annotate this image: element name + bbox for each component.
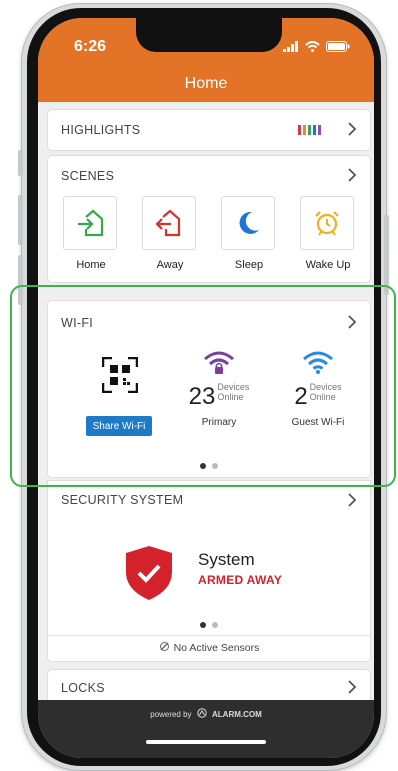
pager-dots [200,622,218,628]
home-indicator[interactable] [146,740,266,744]
alarm-logo-icon [197,708,207,718]
scene-button[interactable] [221,196,275,250]
scene-label: Sleep [234,259,264,271]
pager-dot[interactable] [200,622,206,628]
security-card: SECURITY SYSTEM System ARMED AWAY No Act… [48,481,370,661]
scene-label: Away [156,259,184,271]
side-button [18,150,23,176]
status-icons [283,41,350,52]
scene-sleep[interactable]: Sleep [221,196,277,271]
chevron-right-icon[interactable] [344,678,360,696]
app-header: 6:26 Home [38,18,374,102]
scene-home[interactable]: Home [63,196,119,271]
scene-away[interactable]: Away [142,196,198,271]
highlights-card[interactable]: HIGHLIGHTS [48,110,370,150]
pager-dot[interactable] [212,622,218,628]
arming-status: ARMED AWAY [198,573,283,587]
scene-wake-up[interactable]: Wake Up [300,196,356,271]
scene-button[interactable] [300,196,354,250]
home-leave-icon [155,209,181,237]
card-title: SECURITY SYSTEM [61,493,184,507]
scene-button[interactable] [63,196,117,250]
highlights-color-bars-icon [298,125,321,135]
battery-icon [326,41,350,52]
sensor-status[interactable]: No Active Sensors [48,641,370,654]
card-title: SCENES [61,169,115,183]
signal-icon [283,41,298,52]
wifi-highlight-frame [10,285,396,487]
card-title: LOCKS [61,681,105,695]
chevron-right-icon[interactable] [344,491,360,509]
home-arrive-icon [78,209,104,237]
scene-button[interactable] [142,196,196,250]
divider [48,635,370,636]
system-label: System [198,550,255,569]
scenes-card: SCENES Home Away Sleep Wake Up [48,156,370,282]
notch [136,18,282,52]
page-title: Home [184,75,228,92]
side-button [384,215,389,295]
chevron-right-icon[interactable] [344,120,360,138]
card-title: HIGHLIGHTS [61,123,141,137]
powered-by: powered by ALARM.COM [150,708,262,719]
scene-label: Home [76,259,106,271]
footer-bar: powered by ALARM.COM [38,700,374,758]
status-time: 6:26 [74,38,107,55]
alarm-clock-icon [315,211,339,236]
shield-check-icon[interactable] [124,544,174,602]
moon-icon [239,211,259,234]
scene-label: Wake Up [305,259,351,271]
wifi-status-icon [305,41,320,52]
sensor-icon [159,642,169,651]
chevron-right-icon[interactable] [344,166,360,184]
side-button [18,195,23,245]
